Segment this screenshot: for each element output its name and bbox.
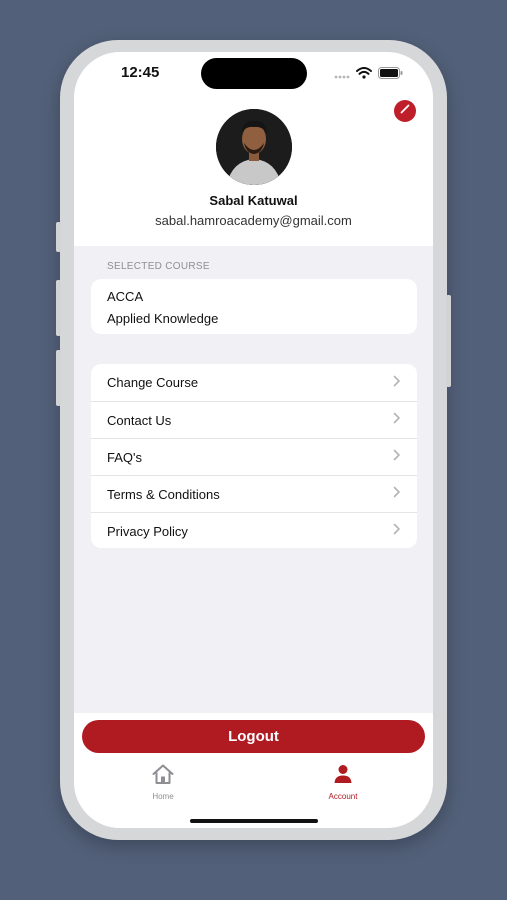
status-icons [334,66,403,84]
tab-home-label: Home [152,792,174,801]
menu-item-contact-us[interactable]: Contact Us [91,401,417,438]
selected-course-card: ACCA Applied Knowledge [91,279,417,334]
menu-item-change-course[interactable]: Change Course [91,364,417,401]
power-button [446,295,451,387]
menu-item-label: Change Course [107,375,199,390]
chevron-right-icon [393,448,401,466]
menu-item-label: FAQ's [107,449,142,465]
pencil-icon [399,102,411,120]
selected-course-heading: SELECTED COURSE [107,261,210,272]
chevron-right-icon [393,522,401,540]
status-bar: 12:45 [74,52,433,96]
menu-item-terms[interactable]: Terms & Conditions [91,475,417,512]
edit-profile-button[interactable] [394,100,416,122]
tab-account[interactable]: Account [303,763,383,801]
battery-icon [378,66,403,84]
dynamic-island [201,58,307,89]
course-name: ACCA [107,289,144,304]
volume-down-button [56,350,61,406]
signal-icon [334,66,350,84]
home-icon [151,764,175,789]
menu-item-label: Contact Us [107,412,172,428]
bottom-bar: Logout Home Account [74,713,433,828]
logout-button[interactable]: Logout [82,720,425,753]
user-name: Sabal Katuwal [209,193,298,208]
menu-item-privacy-policy[interactable]: Privacy Policy [91,512,417,548]
menu-item-label: Terms & Conditions [107,486,220,502]
status-time: 12:45 [121,64,160,81]
chevron-right-icon [393,411,401,429]
chevron-right-icon [393,374,401,392]
side-button [56,222,61,252]
avatar [216,109,292,185]
volume-up-button [56,280,61,336]
tab-account-label: Account [328,792,358,801]
menu-item-label: Privacy Policy [107,523,188,539]
user-email: sabal.hamroacademy@gmail.com [155,213,352,228]
home-indicator [190,819,318,823]
course-subject: Applied Knowledge [107,311,219,326]
phone-screen: 12:45 Sabal Katuwal sabal.hamroacademy@g… [74,52,433,828]
settings-menu: Change Course Contact Us FAQ's Terms & C… [91,364,417,548]
chevron-right-icon [393,485,401,503]
tab-home[interactable]: Home [123,763,203,801]
menu-item-faqs[interactable]: FAQ's [91,438,417,475]
person-icon [331,765,355,789]
wifi-icon [356,66,372,84]
